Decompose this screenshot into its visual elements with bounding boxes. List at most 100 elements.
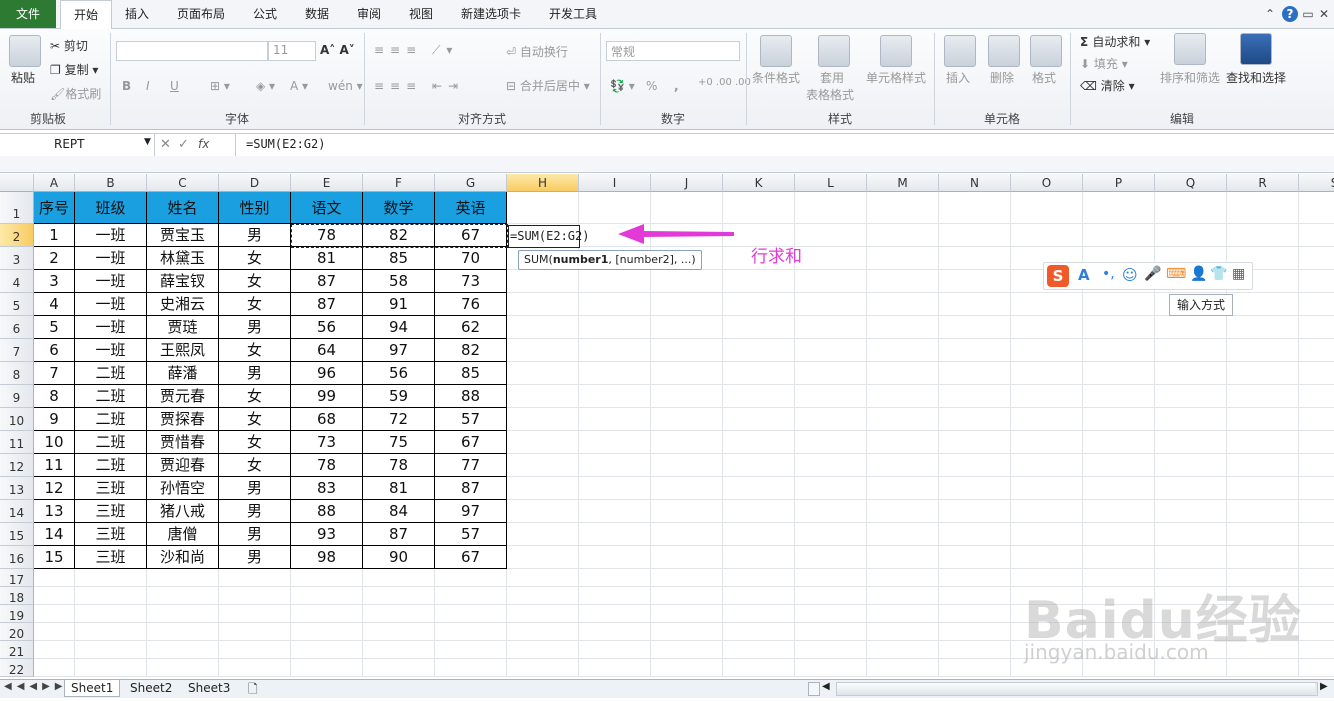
sort-filter-button[interactable]: 排序和筛选 bbox=[1160, 69, 1220, 86]
table-header-cell[interactable]: 序号 bbox=[34, 192, 75, 224]
column-header[interactable]: D bbox=[219, 174, 291, 192]
row-header[interactable]: 1 bbox=[0, 192, 34, 224]
empty-cell[interactable] bbox=[75, 605, 147, 623]
empty-cell[interactable] bbox=[507, 339, 579, 362]
table-cell[interactable]: 女 bbox=[219, 339, 291, 362]
empty-cell[interactable] bbox=[579, 385, 651, 408]
empty-cell[interactable] bbox=[75, 659, 147, 677]
empty-cell[interactable] bbox=[1227, 431, 1299, 454]
row-header[interactable]: 18 bbox=[0, 587, 34, 605]
empty-cell[interactable] bbox=[867, 293, 939, 316]
table-cell[interactable]: 87 bbox=[291, 293, 363, 316]
table-cell[interactable]: 二班 bbox=[75, 362, 147, 385]
empty-cell[interactable] bbox=[1299, 477, 1334, 500]
empty-cell[interactable] bbox=[219, 641, 291, 659]
empty-cell[interactable] bbox=[867, 316, 939, 339]
table-cell[interactable]: 贾迎春 bbox=[147, 454, 219, 477]
empty-cell[interactable] bbox=[651, 569, 723, 587]
empty-cell[interactable] bbox=[579, 270, 651, 293]
empty-cell[interactable] bbox=[1155, 500, 1227, 523]
empty-cell[interactable] bbox=[507, 500, 579, 523]
empty-cell[interactable] bbox=[1083, 192, 1155, 224]
empty-cell[interactable] bbox=[1299, 523, 1334, 546]
empty-cell[interactable] bbox=[1155, 523, 1227, 546]
table-format-button-b[interactable]: 表格格式 bbox=[806, 86, 854, 103]
skin-shirt-icon[interactable]: 👕 bbox=[1210, 266, 1227, 282]
empty-cell[interactable] bbox=[939, 385, 1011, 408]
table-header-cell[interactable]: 语文 bbox=[291, 192, 363, 224]
row-header[interactable]: 4 bbox=[0, 270, 34, 293]
empty-cell[interactable] bbox=[939, 477, 1011, 500]
empty-cell[interactable] bbox=[507, 569, 579, 587]
empty-cell[interactable] bbox=[34, 641, 75, 659]
table-cell[interactable]: 77 bbox=[435, 454, 507, 477]
table-cell[interactable]: 6 bbox=[34, 339, 75, 362]
empty-cell[interactable] bbox=[1299, 569, 1334, 587]
table-cell[interactable]: 三班 bbox=[75, 477, 147, 500]
format-painter-button[interactable]: 🖌格式刷 bbox=[50, 85, 101, 102]
empty-cell[interactable] bbox=[1227, 477, 1299, 500]
italic-button[interactable]: I bbox=[146, 79, 150, 93]
table-format-icon[interactable] bbox=[818, 35, 850, 67]
empty-cell[interactable] bbox=[939, 587, 1011, 605]
empty-cell[interactable] bbox=[507, 316, 579, 339]
table-cell[interactable]: 88 bbox=[435, 385, 507, 408]
empty-cell[interactable] bbox=[723, 431, 795, 454]
table-cell[interactable]: 78 bbox=[363, 454, 435, 477]
table-cell[interactable]: 85 bbox=[435, 362, 507, 385]
empty-cell[interactable] bbox=[1299, 247, 1334, 270]
empty-cell[interactable] bbox=[34, 659, 75, 677]
empty-cell[interactable] bbox=[1155, 408, 1227, 431]
empty-cell[interactable] bbox=[1227, 408, 1299, 431]
empty-cell[interactable] bbox=[507, 605, 579, 623]
empty-cell[interactable] bbox=[795, 454, 867, 477]
row-header[interactable]: 5 bbox=[0, 293, 34, 316]
row-header[interactable]: 7 bbox=[0, 339, 34, 362]
row-header[interactable]: 6 bbox=[0, 316, 34, 339]
empty-cell[interactable] bbox=[1227, 224, 1299, 247]
cut-button[interactable]: ✂ 剪切 bbox=[50, 37, 88, 54]
table-cell[interactable]: 73 bbox=[435, 270, 507, 293]
empty-cell[interactable] bbox=[939, 659, 1011, 677]
table-cell[interactable]: 97 bbox=[363, 339, 435, 362]
empty-cell[interactable] bbox=[723, 192, 795, 224]
empty-cell[interactable] bbox=[867, 623, 939, 641]
empty-cell[interactable] bbox=[795, 339, 867, 362]
empty-cell[interactable] bbox=[1011, 192, 1083, 224]
empty-cell[interactable] bbox=[507, 293, 579, 316]
empty-cell[interactable] bbox=[1155, 362, 1227, 385]
table-cell[interactable]: 贾惜春 bbox=[147, 431, 219, 454]
sheet-tab-2[interactable]: Sheet2 bbox=[124, 680, 178, 696]
table-cell[interactable]: 82 bbox=[435, 339, 507, 362]
empty-cell[interactable] bbox=[723, 385, 795, 408]
currency-icon[interactable]: 💱 ▾ bbox=[610, 79, 635, 93]
empty-cell[interactable] bbox=[723, 362, 795, 385]
table-cell[interactable]: 8 bbox=[34, 385, 75, 408]
decimal-icons[interactable]: +0 .00 .00 bbox=[698, 77, 751, 88]
help-icon[interactable]: ? bbox=[1282, 6, 1298, 22]
column-header[interactable]: O bbox=[1011, 174, 1083, 192]
empty-cell[interactable] bbox=[651, 605, 723, 623]
empty-cell[interactable] bbox=[219, 659, 291, 677]
table-cell[interactable]: 女 bbox=[219, 247, 291, 270]
select-all-corner[interactable] bbox=[0, 174, 34, 192]
empty-cell[interactable] bbox=[939, 500, 1011, 523]
empty-cell[interactable] bbox=[579, 523, 651, 546]
empty-cell[interactable] bbox=[651, 192, 723, 224]
border-icon[interactable]: ⊞ ▾ bbox=[210, 79, 230, 93]
empty-cell[interactable] bbox=[1155, 546, 1227, 569]
table-cell[interactable]: 女 bbox=[219, 293, 291, 316]
wrap-text-button[interactable]: ⏎ 自动换行 bbox=[506, 43, 568, 60]
merge-center-button[interactable]: ⊟ 合并后居中 ▾ bbox=[506, 77, 590, 94]
empty-cell[interactable] bbox=[723, 569, 795, 587]
empty-cell[interactable] bbox=[363, 605, 435, 623]
empty-cell[interactable] bbox=[75, 623, 147, 641]
table-cell[interactable]: 沙和尚 bbox=[147, 546, 219, 569]
empty-cell[interactable] bbox=[435, 641, 507, 659]
empty-cell[interactable] bbox=[795, 385, 867, 408]
table-cell[interactable]: 62 bbox=[435, 316, 507, 339]
empty-cell[interactable] bbox=[651, 641, 723, 659]
table-cell[interactable]: 二班 bbox=[75, 454, 147, 477]
empty-cell[interactable] bbox=[507, 477, 579, 500]
empty-cell[interactable] bbox=[867, 431, 939, 454]
